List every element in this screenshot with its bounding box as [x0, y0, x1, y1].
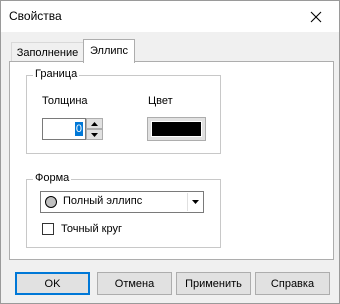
spin-down-button[interactable]: [86, 129, 103, 140]
help-button[interactable]: Справка: [255, 272, 330, 295]
apply-button[interactable]: Применить: [176, 272, 251, 295]
thickness-label: Толщина: [42, 95, 88, 107]
color-swatch: [151, 121, 202, 137]
shape-select[interactable]: Полный эллипс: [40, 191, 204, 213]
tab-fill-label: Заполнение: [16, 46, 79, 59]
shape-select-value: Полный эллипс: [63, 195, 143, 207]
border-group-legend: Граница: [33, 68, 80, 80]
arrow-down-icon: [91, 132, 98, 137]
spin-up-button[interactable]: [86, 118, 103, 129]
ok-button[interactable]: OK: [15, 272, 90, 295]
exact-circle-checkbox[interactable]: [42, 223, 54, 235]
thickness-spinner[interactable]: [86, 118, 103, 140]
apply-button-label: Применить: [185, 277, 242, 290]
shape-group-legend: Форма: [33, 172, 72, 184]
title-bar: Свойства: [1, 1, 339, 32]
cancel-button-label: Отмена: [114, 277, 155, 290]
border-color-button[interactable]: [147, 117, 206, 141]
tab-ellipse[interactable]: Эллипс: [83, 39, 135, 63]
tab-ellipse-label: Эллипс: [90, 45, 128, 57]
arrow-up-icon: [91, 121, 98, 126]
thickness-input[interactable]: 0: [42, 118, 86, 140]
close-icon: [310, 11, 322, 22]
thickness-value: 0: [74, 122, 83, 136]
ellipse-shape-icon: [45, 196, 57, 208]
window-title: Свойства: [9, 9, 62, 23]
shape-groupbox: [26, 179, 221, 248]
chevron-down-icon: [191, 200, 199, 204]
help-button-label: Справка: [270, 277, 315, 290]
cancel-button[interactable]: Отмена: [97, 272, 172, 295]
border-groupbox: [26, 75, 221, 154]
properties-dialog: Свойства Заполнение Эллипс Граница Толщи…: [0, 0, 340, 304]
ok-button-label: OK: [44, 277, 61, 290]
close-button[interactable]: [293, 1, 339, 32]
exact-circle-label: Точный круг: [61, 223, 122, 235]
dropdown-button[interactable]: [187, 193, 202, 211]
tab-fill[interactable]: Заполнение: [11, 42, 84, 62]
color-label: Цвет: [148, 95, 173, 107]
